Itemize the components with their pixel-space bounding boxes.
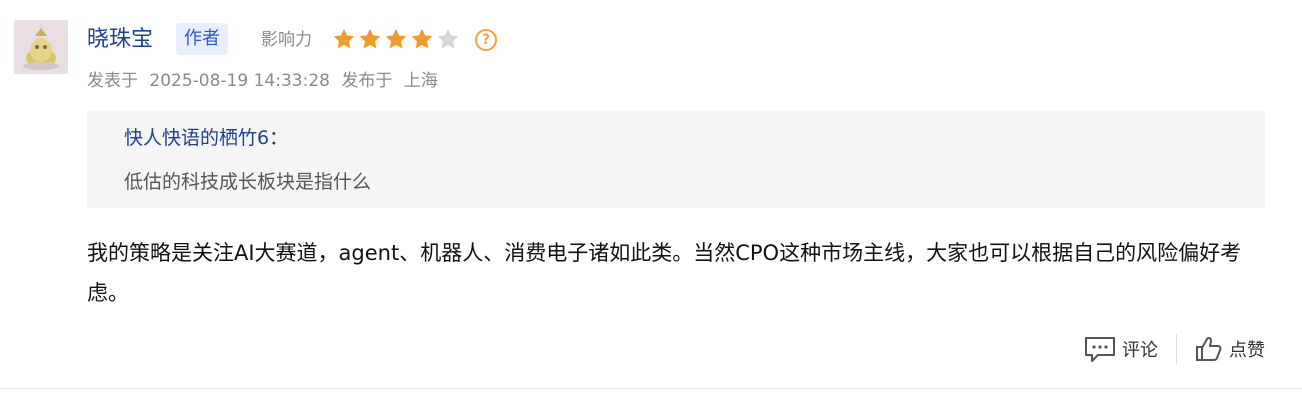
actions-divider [1176,334,1177,364]
comment-content: 我的策略是关注AI大赛道，agent、机器人、消费电子诸如此类。当然CPO这种市… [87,241,1242,305]
thumbs-up-icon [1196,336,1222,361]
influence-rating [332,27,460,51]
help-icon[interactable]: ? [475,29,497,51]
influence-label: 影响力 [261,30,312,50]
avatar-image [14,20,68,74]
comment-actions: 评论 点赞 [1084,334,1265,364]
reply-label: 评论 [1122,340,1158,361]
star-filled-icon [359,28,381,49]
author-badge: 作者 [176,23,228,55]
quoted-colon: ： [269,127,289,149]
comment-separator [0,388,1302,389]
post-meta: 发表于 2025-08-19 14:33:28 发布于 上海 [87,68,438,94]
star-filled-icon [385,28,407,49]
location: 上海 [403,71,438,91]
comment-icon [1085,337,1115,362]
posted-prefix: 发表于 [87,71,138,91]
posted-time: 2025-08-19 14:33:28 [149,71,330,91]
quoted-user[interactable]: 快人快语的栖竹6 [124,127,269,149]
author-name[interactable]: 晓珠宝 [87,25,153,55]
like-button[interactable]: 点赞 [1195,335,1265,363]
star-empty-icon [437,28,459,49]
location-prefix: 发布于 [341,71,393,91]
reply-button[interactable]: 评论 [1084,335,1158,363]
quoted-header: 快人快语的栖竹6： [124,123,1265,153]
quoted-text: 低估的科技成长板块是指什么 [124,171,372,193]
quoted-comment: 快人快语的栖竹6： 低估的科技成长板块是指什么 [87,111,1265,208]
star-filled-icon [333,28,355,49]
like-label: 点赞 [1229,340,1265,361]
star-filled-icon [411,28,433,49]
avatar[interactable] [14,20,68,74]
